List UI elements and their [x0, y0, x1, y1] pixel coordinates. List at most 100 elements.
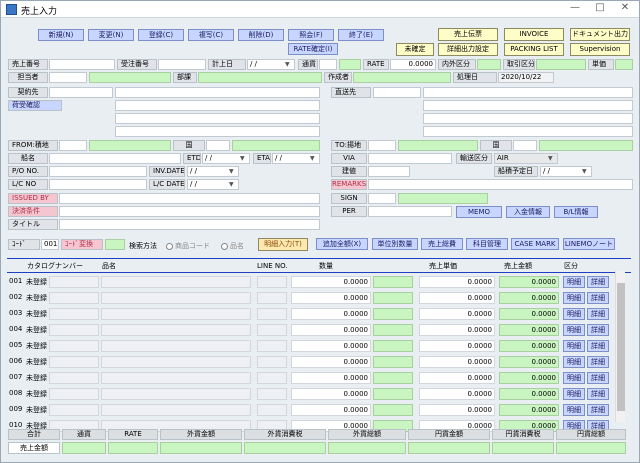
- currency-code-field[interactable]: [339, 59, 361, 70]
- row-detail-button[interactable]: 明細: [563, 356, 585, 368]
- new-button[interactable]: 新規(N): [38, 29, 84, 41]
- unit-price-cell[interactable]: 0.0000: [419, 372, 495, 384]
- name-cell[interactable]: [101, 308, 251, 320]
- unit-code-cell[interactable]: [373, 292, 413, 304]
- payment-label[interactable]: 決済条件: [8, 206, 58, 217]
- delivery-code-field[interactable]: [373, 87, 421, 98]
- close-icon[interactable]: ✕: [613, 2, 637, 17]
- catalog-cell[interactable]: [49, 404, 99, 416]
- catalog-cell[interactable]: [49, 292, 99, 304]
- sign-code-field[interactable]: [368, 193, 396, 204]
- contract-name-field[interactable]: [115, 87, 320, 98]
- person-name-field[interactable]: [89, 72, 171, 83]
- vessel-field[interactable]: [49, 153, 181, 164]
- name-cell[interactable]: [101, 404, 251, 416]
- unit-code-cell[interactable]: [373, 356, 413, 368]
- delivery-addr1[interactable]: [423, 100, 633, 111]
- from-name-field[interactable]: [89, 140, 171, 151]
- payment-field[interactable]: [59, 206, 320, 217]
- amount-cell[interactable]: 0.0000: [499, 356, 559, 368]
- from-country-code[interactable]: [206, 140, 230, 151]
- row-detail-button[interactable]: 明細: [563, 340, 585, 352]
- creator-field[interactable]: [353, 72, 451, 83]
- unit-price-field[interactable]: [615, 59, 633, 70]
- amount-cell[interactable]: 0.0000: [499, 372, 559, 384]
- to-country-code[interactable]: [513, 140, 537, 151]
- add-all-button[interactable]: 追加全額(X): [316, 238, 368, 250]
- scroll-thumb[interactable]: [617, 283, 625, 411]
- memo-button[interactable]: MEMO: [456, 206, 502, 218]
- eta-picker[interactable]: / / ▼: [272, 153, 320, 164]
- consignee-button[interactable]: 荷受確認: [8, 100, 62, 111]
- trade-div-field[interactable]: [536, 59, 586, 70]
- line-cell[interactable]: [257, 356, 287, 368]
- transport-select[interactable]: AIR ▼: [494, 153, 558, 164]
- qty-cell[interactable]: 0.0000: [291, 356, 371, 368]
- row-more-button[interactable]: 詳細: [587, 324, 609, 336]
- amount-cell[interactable]: 0.0000: [499, 276, 559, 288]
- row-more-button[interactable]: 詳細: [587, 388, 609, 400]
- name-cell[interactable]: [101, 372, 251, 384]
- qty-cell[interactable]: 0.0000: [291, 276, 371, 288]
- catalog-cell[interactable]: [49, 340, 99, 352]
- inv-date-picker[interactable]: / / ▼: [187, 166, 239, 177]
- amount-cell[interactable]: 0.0000: [499, 308, 559, 320]
- remarks-label[interactable]: REMARKS: [331, 179, 367, 190]
- row-detail-button[interactable]: 明細: [563, 308, 585, 320]
- detail-input-button[interactable]: 明細入力(T): [258, 238, 308, 251]
- case-mark-button[interactable]: CASE MARK: [511, 238, 559, 250]
- line-cell[interactable]: [257, 276, 287, 288]
- person-code-field[interactable]: [49, 72, 87, 83]
- exit-button[interactable]: 終了(E): [338, 29, 384, 41]
- line-cell[interactable]: [257, 340, 287, 352]
- unit-price-cell[interactable]: 0.0000: [419, 276, 495, 288]
- fee-mgmt-button[interactable]: 科目管理: [466, 238, 508, 250]
- catalog-cell[interactable]: [49, 372, 99, 384]
- row-detail-button[interactable]: 明細: [563, 324, 585, 336]
- contract-code-field[interactable]: [49, 87, 113, 98]
- detail-setting-button[interactable]: 詳細出力設定: [438, 43, 498, 56]
- line-cell[interactable]: [257, 308, 287, 320]
- opt-name-radio[interactable]: 品名: [221, 241, 244, 251]
- title-field[interactable]: [59, 219, 320, 230]
- unit-price-cell[interactable]: 0.0000: [419, 388, 495, 400]
- sales-no-field[interactable]: [49, 59, 115, 70]
- maximize-icon[interactable]: □: [588, 2, 612, 17]
- ship-date-picker[interactable]: / / ▼: [540, 166, 592, 177]
- change-button[interactable]: 変更(N): [88, 29, 134, 41]
- amount-cell[interactable]: 0.0000: [499, 388, 559, 400]
- sign-name-field[interactable]: [398, 193, 488, 204]
- invoice-button[interactable]: INVOICE: [504, 28, 564, 41]
- issued-by-field[interactable]: [59, 193, 320, 204]
- unit-price-cell[interactable]: 0.0000: [419, 324, 495, 336]
- via-field[interactable]: [368, 153, 452, 164]
- row-more-button[interactable]: 詳細: [587, 372, 609, 384]
- etd-picker[interactable]: / / ▼: [202, 153, 250, 164]
- rate-confirm-button[interactable]: RATE確定(I): [288, 43, 338, 55]
- linemo-button[interactable]: LINEMOノート: [563, 238, 615, 250]
- sales-date-picker[interactable]: / / ▼: [247, 59, 295, 70]
- row-more-button[interactable]: 詳細: [587, 356, 609, 368]
- supervision-button[interactable]: Supervision: [570, 43, 630, 56]
- po-field[interactable]: [49, 166, 147, 177]
- unit-price-cell[interactable]: 0.0000: [419, 292, 495, 304]
- remarks-field[interactable]: [368, 179, 633, 190]
- amount-cell[interactable]: 0.0000: [499, 292, 559, 304]
- minimize-icon[interactable]: —: [563, 2, 587, 17]
- row-more-button[interactable]: 詳細: [587, 308, 609, 320]
- receipt-info-button[interactable]: 入金情報: [506, 206, 550, 218]
- name-cell[interactable]: [101, 292, 251, 304]
- catalog-cell[interactable]: [49, 324, 99, 336]
- amount-cell[interactable]: 0.0000: [499, 324, 559, 336]
- issued-by-label[interactable]: ISSUED BY: [8, 193, 58, 204]
- unit-code-cell[interactable]: [373, 372, 413, 384]
- to-code-field[interactable]: [368, 140, 396, 151]
- row-detail-button[interactable]: 明細: [563, 276, 585, 288]
- row-more-button[interactable]: 詳細: [587, 404, 609, 416]
- bl-info-button[interactable]: B/L情報: [554, 206, 598, 218]
- unconfirmed-button[interactable]: 未確定: [396, 43, 434, 56]
- name-cell[interactable]: [101, 340, 251, 352]
- delete-button[interactable]: 削除(D): [238, 29, 284, 41]
- delivery-name-field[interactable]: [423, 87, 633, 98]
- inquiry-button[interactable]: 照会(F): [288, 29, 334, 41]
